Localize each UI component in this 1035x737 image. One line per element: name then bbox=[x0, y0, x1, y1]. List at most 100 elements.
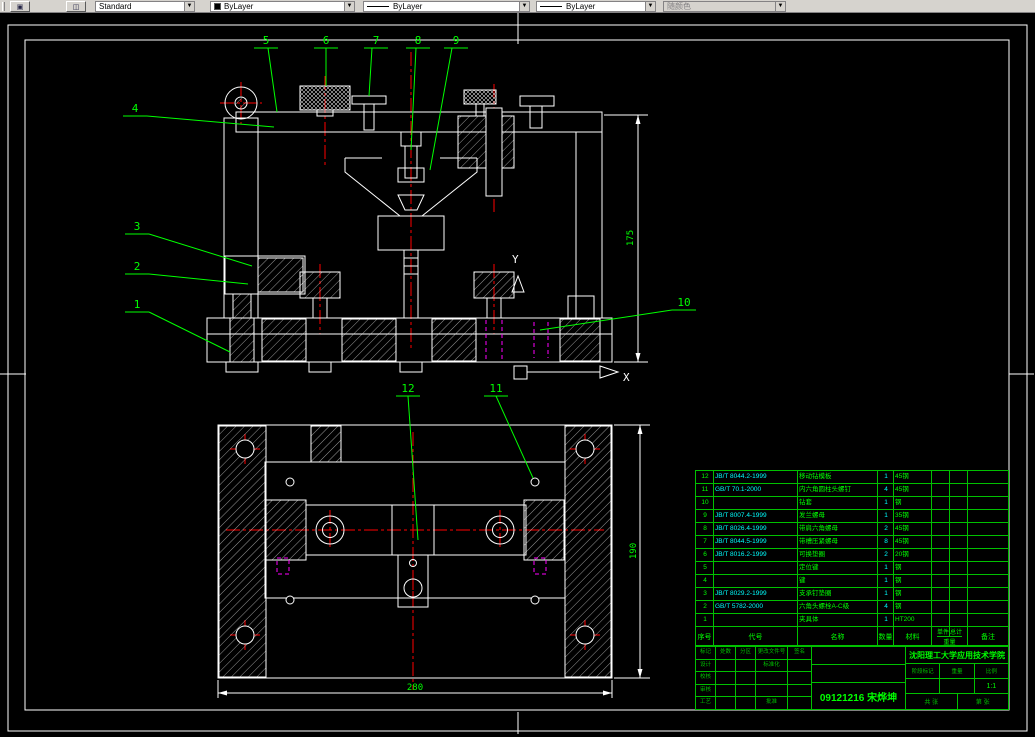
bom-header-unit: 单件 bbox=[937, 627, 950, 636]
x-axis-label: X bbox=[623, 371, 630, 384]
bom-cell-total bbox=[950, 562, 968, 574]
chevron-down-icon[interactable]: ▼ bbox=[184, 2, 194, 11]
bom-cell-unit bbox=[932, 601, 950, 613]
bom-cell-name: 移动钻模板 bbox=[798, 471, 878, 483]
balloon-6: 6 bbox=[323, 34, 330, 47]
bom-cell-remark bbox=[968, 497, 1008, 509]
linetype-combo-value: ByLayer bbox=[393, 2, 423, 11]
bom-header-num: 序号 bbox=[696, 627, 714, 646]
bom-cell-qty: 1 bbox=[878, 497, 894, 509]
lineweight-combo[interactable]: ByLayer ▼ bbox=[536, 1, 656, 12]
title-block-revision-cell: 批准 bbox=[756, 697, 788, 709]
balloon-4: 4 bbox=[132, 102, 139, 115]
bom-cell-qty: 4 bbox=[878, 601, 894, 613]
bom-cell-material: 钢 bbox=[894, 562, 932, 574]
plotstyle-combo[interactable]: 随颜色 ▼ bbox=[663, 1, 786, 12]
balloon-10: 10 bbox=[677, 296, 690, 309]
new-file-button[interactable]: ▣ bbox=[10, 1, 30, 12]
bom-cell-num: 10 bbox=[696, 497, 714, 509]
style-combo[interactable]: Standard ▼ bbox=[95, 1, 195, 12]
bom-cell-remark bbox=[968, 575, 1008, 587]
bom-row: 12 JB/T 8044.2-1999 移动钻模板 1 45钢 bbox=[696, 471, 1008, 484]
bom-cell-code bbox=[714, 497, 798, 509]
weight-label: 重量 bbox=[940, 664, 975, 678]
bom-cell-code: JB/T 8016.2-1999 bbox=[714, 549, 798, 561]
cad-window: ▣ ◫ Standard ▼ ByLayer ▼ ByLayer ▼ ByLay… bbox=[0, 0, 1035, 737]
front-view bbox=[206, 52, 613, 373]
bom-cell-name: 可换垫圈 bbox=[798, 549, 878, 561]
sheets-total-label: 共 张 bbox=[906, 694, 958, 709]
chevron-down-icon[interactable]: ▼ bbox=[344, 2, 354, 11]
title-block-revision-cell: 签名 bbox=[793, 649, 805, 655]
bom-cell-unit bbox=[932, 523, 950, 535]
bom-row: 4 键1钢 bbox=[696, 575, 1008, 588]
bom-cell-unit bbox=[932, 549, 950, 561]
bom-cell-num: 11 bbox=[696, 484, 714, 496]
bom-cell-code: JB/T 8007.4-1999 bbox=[714, 510, 798, 522]
bom-cell-name: 钻套 bbox=[798, 497, 878, 509]
chevron-down-icon[interactable]: ▼ bbox=[645, 2, 655, 11]
bom-cell-unit bbox=[932, 484, 950, 496]
scale-label: 比例 bbox=[985, 669, 997, 675]
bom-cell-total bbox=[950, 510, 968, 522]
bom-cell-total bbox=[950, 575, 968, 587]
color-combo[interactable]: ByLayer ▼ bbox=[210, 1, 355, 12]
linetype-combo[interactable]: ByLayer ▼ bbox=[363, 1, 530, 12]
toolbar: ▣ ◫ Standard ▼ ByLayer ▼ ByLayer ▼ ByLay… bbox=[0, 0, 1035, 13]
chevron-down-icon[interactable]: ▼ bbox=[775, 2, 785, 11]
bom-table: 12 JB/T 8044.2-1999 移动钻模板 1 45钢 11 GB/T 70.1-2… bbox=[695, 470, 1009, 646]
lineweight-sample bbox=[540, 6, 562, 7]
hidden-lines-front bbox=[485, 320, 549, 360]
bom-cell-name: 六角头螺栓A-C级 bbox=[798, 601, 878, 613]
title-block-revision-cell bbox=[756, 684, 788, 697]
bom-cell-name: 夹具体 bbox=[798, 614, 878, 626]
bom-cell-total bbox=[950, 523, 968, 535]
bom-cell-qty: 1 bbox=[878, 614, 894, 626]
title-block-revision-cell bbox=[716, 684, 736, 697]
balloon-7: 7 bbox=[373, 34, 380, 47]
bom-row: 8 JB/T 8026.4-1999 带肩六角螺母 2 45钢 bbox=[696, 523, 1008, 536]
title-block-revision-cell bbox=[716, 697, 736, 709]
bom-cell-material: 45钢 bbox=[894, 471, 932, 483]
centerlines-top bbox=[226, 432, 604, 690]
layer-button[interactable]: ◫ bbox=[66, 1, 86, 12]
toolbar-grip[interactable] bbox=[2, 2, 5, 11]
title-block-right: 沈阳理工大学应用技术学院 阶段标记 重量 比例 1:1 共 张 第 张 bbox=[906, 647, 1008, 709]
bom-row: 9 JB/T 8007.4-1999 发兰螺母 1 35钢 bbox=[696, 510, 1008, 523]
bom-cell-qty: 1 bbox=[878, 471, 894, 483]
bom-cell-material: 钢 bbox=[894, 601, 932, 613]
bom-cell-total bbox=[950, 484, 968, 496]
title-block-revision-cell: 分区 bbox=[736, 647, 756, 659]
bom-cell-unit bbox=[932, 497, 950, 509]
balloon-2: 2 bbox=[134, 260, 141, 273]
bom-cell-material: HT200 bbox=[894, 614, 932, 626]
bom-cell-code: JB/T 8026.4-1999 bbox=[714, 523, 798, 535]
bom-cell-qty: 4 bbox=[878, 484, 894, 496]
bom-row: 6 JB/T 8016.2-1999 可换垫圈 2 20钢 bbox=[696, 549, 1008, 562]
bom-cell-name: 带槽压紧螺母 bbox=[798, 536, 878, 548]
color-swatch bbox=[214, 3, 221, 10]
bom-header-name: 名称 bbox=[798, 627, 878, 646]
title-block-revision-cell bbox=[736, 659, 756, 672]
bom-cell-qty: 1 bbox=[878, 510, 894, 522]
bom-cell-name: 带肩六角螺母 bbox=[798, 523, 878, 535]
chevron-down-icon[interactable]: ▼ bbox=[519, 2, 529, 11]
title-block-revision-cell: 更改文件号 bbox=[756, 647, 788, 659]
top-arm bbox=[235, 111, 603, 133]
bom-row: 1 夹具体 1 HT200 bbox=[696, 614, 1008, 627]
bom-header-total: 总计 bbox=[950, 630, 963, 636]
weight-value bbox=[940, 679, 975, 693]
title-block-revision-cell bbox=[788, 660, 811, 672]
bom-cell-material: 20钢 bbox=[894, 549, 932, 561]
bom-row: 3 JB/T 8029.2-1999 支承钉垫圈 1 钢 bbox=[696, 588, 1008, 601]
bom-header-material: 材料 bbox=[894, 627, 932, 646]
balloon-5: 5 bbox=[263, 34, 270, 47]
bom-cell-unit bbox=[932, 510, 950, 522]
bom-cell-remark bbox=[968, 510, 1008, 522]
bom-cell-qty: 8 bbox=[878, 536, 894, 548]
bom-cell-total bbox=[950, 614, 968, 626]
bom-cell-unit bbox=[932, 536, 950, 548]
dim-plate-height-text: 190 bbox=[629, 543, 639, 559]
bom-cell-name: 内六角圆柱头螺钉 bbox=[798, 484, 878, 496]
bom-cell-name: 支承钉垫圈 bbox=[798, 588, 878, 600]
